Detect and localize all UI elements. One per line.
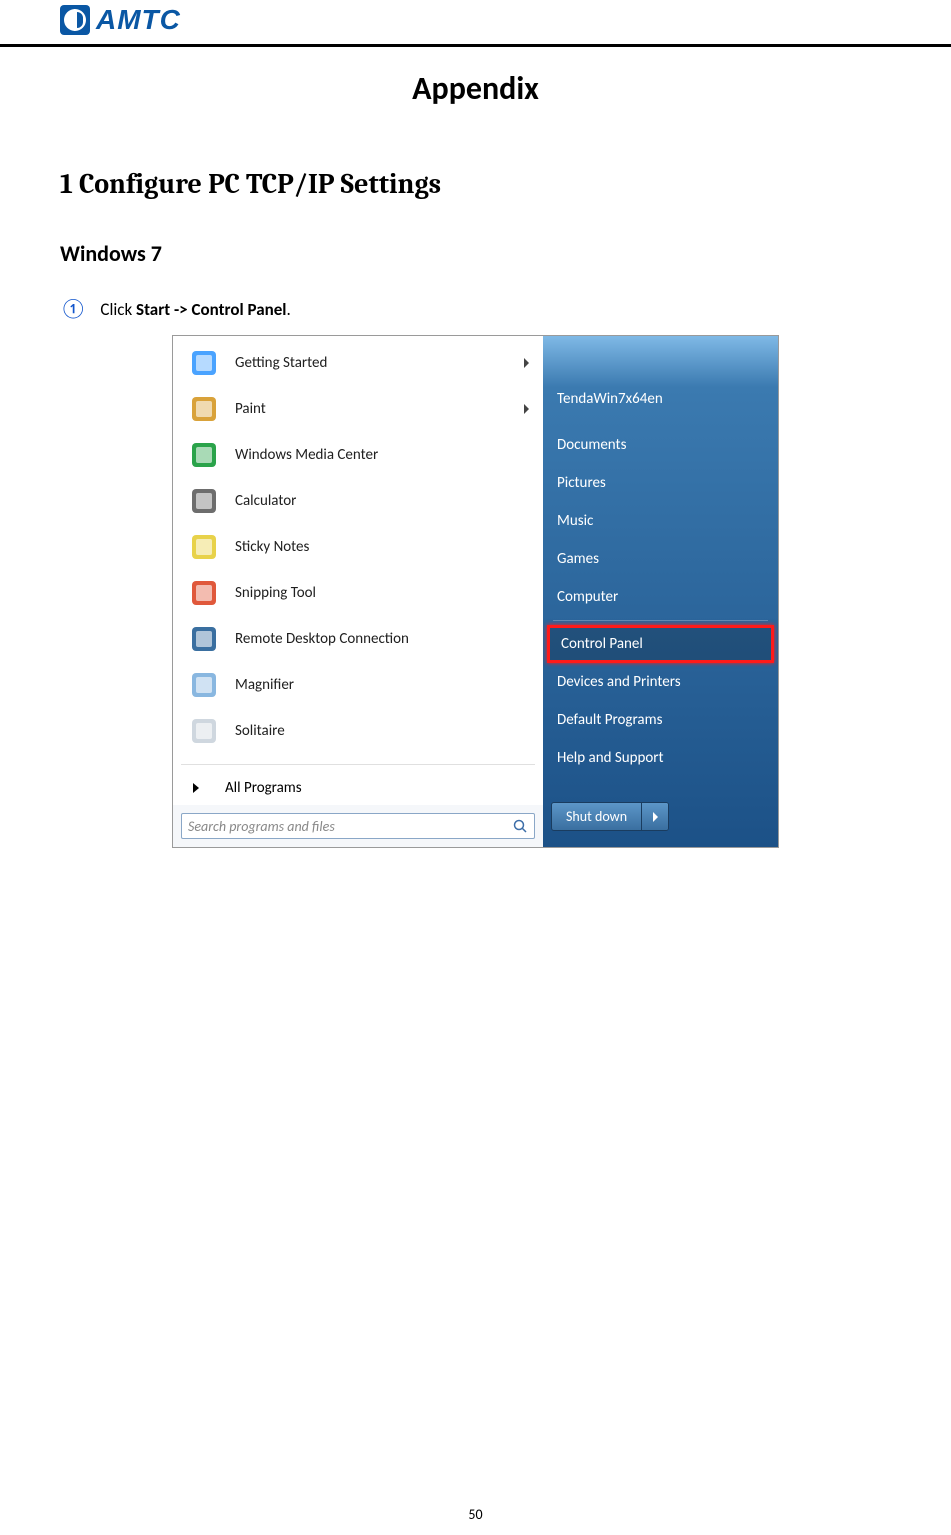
program-icon	[187, 530, 221, 564]
user-tile-slot	[543, 344, 778, 380]
program-icon	[187, 438, 221, 472]
program-label: Sticky Notes	[235, 538, 309, 556]
program-item[interactable]: Calculator	[173, 478, 543, 524]
step-prefix: Click	[100, 299, 136, 320]
all-programs-item[interactable]: All Programs	[173, 771, 543, 805]
program-label: Snipping Tool	[235, 584, 316, 602]
right-item[interactable]: Computer	[543, 578, 778, 616]
program-item[interactable]: Sticky Notes	[173, 524, 543, 570]
program-label: Calculator	[235, 492, 296, 510]
program-item[interactable]: Getting Started	[173, 340, 543, 386]
search-input[interactable]: Search programs and files	[181, 813, 535, 839]
right-item[interactable]: Default Programs	[543, 701, 778, 739]
right-item[interactable]: Music	[543, 502, 778, 540]
brand-icon	[60, 5, 90, 35]
shutdown-options-button[interactable]	[641, 803, 668, 830]
page-number: 50	[0, 1506, 951, 1523]
right-item[interactable]: Devices and Printers	[543, 663, 778, 701]
program-icon	[187, 346, 221, 380]
step-1: ① Click Start -> Control Panel.	[60, 297, 891, 321]
right-item-control-panel[interactable]: Control Panel	[547, 625, 774, 663]
program-icon	[187, 668, 221, 702]
program-item[interactable]: Paint	[173, 386, 543, 432]
search-icon	[512, 818, 528, 834]
step-number: ①	[60, 297, 87, 321]
page-title: Appendix	[60, 69, 891, 108]
program-label: Getting Started	[235, 354, 327, 372]
brand-header: AMTC	[0, 0, 951, 47]
section-heading-1: 1 Configure PC TCP/IP Settings	[60, 168, 891, 200]
shutdown-label: Shut down	[552, 803, 641, 830]
program-item[interactable]: Windows Media Center	[173, 432, 543, 478]
chevron-right-icon	[653, 812, 658, 822]
shutdown-row: Shut down	[543, 794, 778, 839]
brand-text: AMTC	[96, 4, 181, 36]
start-menu-right-pane: TendaWin7x64en DocumentsPicturesMusicGame…	[543, 336, 778, 847]
right-item[interactable]: Games	[543, 540, 778, 578]
right-item[interactable]: TendaWin7x64en	[543, 380, 778, 418]
program-icon	[187, 622, 221, 656]
program-label: Paint	[235, 400, 266, 418]
program-item[interactable]: Remote Desktop Connection	[173, 616, 543, 662]
divider	[553, 620, 768, 621]
program-list: Getting Started Paint Windows Media Center…	[173, 336, 543, 758]
divider	[181, 764, 535, 765]
submenu-arrow-icon	[524, 358, 529, 368]
program-label: Solitaire	[235, 722, 285, 740]
document-page: AMTC Appendix 1 Configure PC TCP/IP Sett…	[0, 0, 951, 1535]
right-item[interactable]: Pictures	[543, 464, 778, 502]
right-item[interactable]: Help and Support	[543, 739, 778, 777]
program-icon	[187, 576, 221, 610]
program-item[interactable]: Solitaire	[173, 708, 543, 754]
program-label: Windows Media Center	[235, 446, 378, 464]
program-icon	[187, 714, 221, 748]
shutdown-button[interactable]: Shut down	[551, 802, 669, 831]
start-menu-screenshot: Getting Started Paint Windows Media Center…	[172, 335, 779, 848]
search-row: Search programs and files	[173, 805, 543, 847]
step-bold: Start -> Control Panel	[136, 299, 286, 320]
section-heading-2: Windows 7	[60, 240, 891, 267]
program-label: Remote Desktop Connection	[235, 630, 409, 648]
search-placeholder: Search programs and files	[188, 818, 512, 835]
program-label: Magnifier	[235, 676, 294, 694]
all-programs-label: All Programs	[225, 779, 302, 797]
program-item[interactable]: Snipping Tool	[173, 570, 543, 616]
all-programs-arrow-icon	[193, 783, 199, 793]
step-suffix: .	[286, 299, 290, 320]
program-icon	[187, 484, 221, 518]
start-menu-left-pane: Getting Started Paint Windows Media Center…	[173, 336, 543, 847]
right-item[interactable]: Documents	[543, 426, 778, 464]
submenu-arrow-icon	[524, 404, 529, 414]
program-item[interactable]: Magnifier	[173, 662, 543, 708]
start-menu-body: Getting Started Paint Windows Media Center…	[173, 336, 778, 847]
program-icon	[187, 392, 221, 426]
